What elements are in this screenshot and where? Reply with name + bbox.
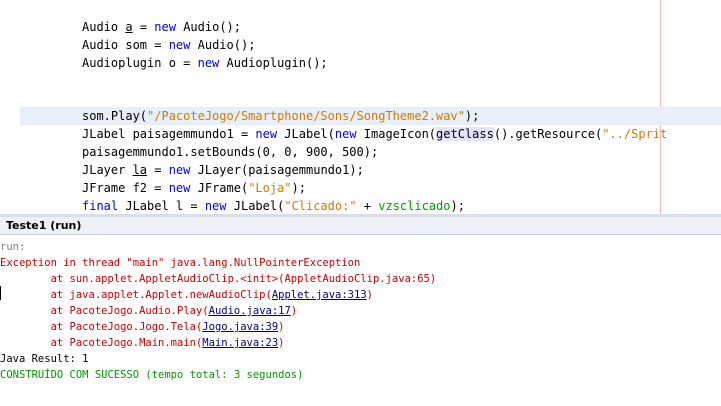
- stack-trace-text: at java.applet.Applet.newAudioClip(: [0, 289, 272, 301]
- code-token: JLabel(: [226, 199, 285, 213]
- stack-trace-text: ): [290, 305, 298, 317]
- code-token: ().getResource(: [493, 127, 603, 141]
- stack-trace-text: at PacoteJogo.Audio.Play(: [0, 305, 209, 317]
- stack-trace-text: ): [278, 321, 285, 333]
- stack-trace-text: ): [278, 337, 285, 349]
- output-console[interactable]: run: Exception in thread "main" java.lan…: [0, 236, 721, 406]
- code-token: );: [464, 109, 480, 123]
- keyword: new: [168, 163, 191, 177]
- code-line-current[interactable]: som.Play("/PacoteJogo/Smartphone/Sons/So…: [20, 107, 721, 125]
- code-line[interactable]: final JLabel l = new JLabel("Clicado:" +…: [20, 197, 721, 214]
- code-token: Audio();: [190, 38, 256, 52]
- stack-trace-text: at PacoteJogo.Main.main(: [0, 337, 203, 349]
- code-line[interactable]: Audioplugin o = new Audioplugin();: [20, 54, 721, 72]
- code-token: JLabel paisagemmundo1 =: [82, 127, 256, 141]
- source-link[interactable]: Audio.java:17: [209, 305, 291, 317]
- code-token: JFrame f2 =: [82, 181, 169, 195]
- code-token: Audio: [82, 20, 126, 34]
- console-success-line: CONSTRUÍDO COM SUCESSO (tempo total: 3 s…: [0, 369, 304, 381]
- code-token: =: [147, 163, 169, 177]
- highlighted-method: getClass: [436, 127, 494, 141]
- source-link[interactable]: Applet.java:313: [272, 289, 367, 301]
- code-token: la: [132, 163, 148, 177]
- code-token: a: [125, 20, 133, 34]
- keyword: new: [154, 20, 176, 34]
- code-token: =: [132, 20, 155, 34]
- code-token: JLabel(: [277, 127, 335, 141]
- code-token: JLayer(paisagemmundo1);: [190, 163, 364, 177]
- stack-trace-line: at PacoteJogo.Jogo.Tela(Jogo.java:39): [0, 319, 285, 335]
- keyword: new: [168, 181, 191, 195]
- code-line[interactable]: paisagemmundo1.setBounds(0, 0, 900, 500)…: [20, 143, 721, 161]
- code-token: JLayer: [82, 163, 133, 177]
- stack-trace-line: at java.applet.Applet.newAudioClip(Apple…: [0, 287, 373, 303]
- string-literal: "../Sprit: [602, 127, 668, 141]
- string-literal: "Loja": [248, 181, 292, 195]
- output-tab-bar: Teste1 (run): [0, 217, 721, 235]
- console-line: Java Result: 1: [0, 353, 89, 365]
- code-token: ImageIcon(: [356, 127, 437, 141]
- string-literal: "/PacoteJogo/Smartphone/Sons/SongTheme2.…: [147, 109, 465, 123]
- code-token: Audio();: [175, 20, 241, 34]
- code-line[interactable]: Audio som = new Audio();: [20, 36, 721, 54]
- console-error-line: Exception in thread "main" java.lang.Nul…: [0, 257, 361, 269]
- keyword: new: [197, 56, 220, 70]
- code-token: );: [291, 181, 306, 195]
- stack-trace-line: at PacoteJogo.Main.main(Main.java:23): [0, 335, 285, 351]
- stack-trace-line: at sun.applet.AppletAudioClip.<init>(App…: [0, 273, 437, 285]
- code-token: Audioplugin o =: [82, 56, 198, 70]
- code-token: Audio som =: [82, 38, 169, 52]
- code-token: );: [450, 199, 465, 213]
- keyword: new: [168, 38, 191, 52]
- console-line: run:: [0, 241, 26, 253]
- stack-trace-text: ): [366, 289, 373, 301]
- code-line[interactable]: JFrame f2 = new JFrame("Loja");: [20, 179, 721, 197]
- code-token: JLabel l =: [118, 199, 205, 213]
- string-literal: "Clicado:": [284, 199, 357, 213]
- stack-trace-text: at PacoteJogo.Jogo.Tela(: [0, 321, 203, 333]
- keyword: final: [82, 199, 119, 213]
- source-link[interactable]: Jogo.java:39: [202, 321, 278, 333]
- keyword: new: [334, 127, 357, 141]
- code-line[interactable]: Audio a = new Audio();: [20, 18, 721, 36]
- field-reference: vzsclicado: [378, 199, 451, 213]
- code-token: Audioplugin();: [219, 56, 328, 70]
- stack-trace-line: at PacoteJogo.Audio.Play(Audio.java:17): [0, 303, 298, 319]
- code-line[interactable]: JLayer la = new JLayer(paisagemmundo1);: [20, 161, 721, 179]
- code-line[interactable]: JLabel paisagemmundo1 = new JLabel(new I…: [20, 125, 721, 143]
- text-caret: [0, 286, 1, 300]
- tab-run-output[interactable]: Teste1 (run): [0, 217, 89, 235]
- keyword: new: [255, 127, 278, 141]
- keyword: new: [204, 199, 227, 213]
- code-token: som.Play(: [82, 109, 148, 123]
- code-token: paisagemmundo1.setBounds(0, 0, 900, 500)…: [82, 145, 379, 159]
- code-token: JFrame(: [190, 181, 249, 195]
- code-token: +: [356, 199, 379, 213]
- code-editor[interactable]: Audio a = new Audio(); Audio som = new A…: [0, 0, 721, 214]
- source-link[interactable]: Main.java:23: [202, 337, 278, 349]
